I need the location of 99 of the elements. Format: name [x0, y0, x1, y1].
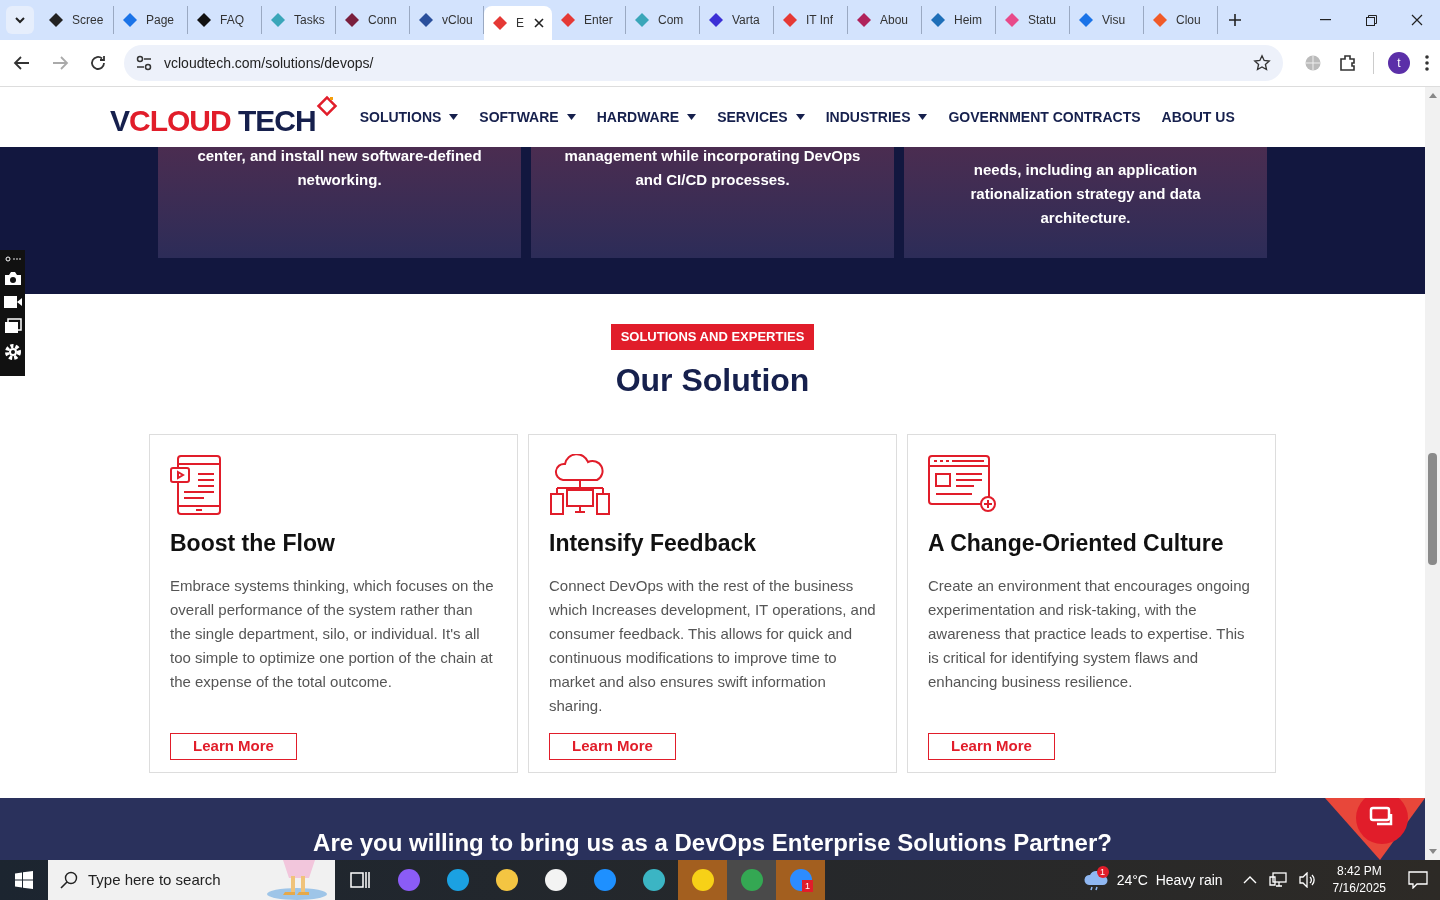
cloud-network-icon — [549, 453, 611, 516]
tab-title: IT Inf — [806, 12, 834, 29]
tab-title: Enter — [584, 12, 613, 29]
video-icon[interactable] — [3, 295, 22, 309]
browser-tab[interactable]: Clou — [1144, 6, 1218, 34]
scrollbar-thumb[interactable] — [1428, 453, 1437, 565]
tab-title: Visu — [1102, 12, 1126, 29]
tab-title: FAQ — [220, 12, 244, 29]
browser-tab[interactable]: FAQ — [188, 6, 262, 34]
camera-icon[interactable] — [3, 271, 22, 286]
section-badge: SOLUTIONS AND EXPERTIES — [610, 324, 815, 350]
notification-badge: 1 — [1096, 866, 1109, 878]
browser-tab[interactable]: Com — [626, 6, 700, 34]
weather-text: 24°C Heavy rain — [1116, 870, 1223, 890]
new-tab-icon[interactable] — [1228, 13, 1242, 27]
settings-icon[interactable] — [3, 343, 22, 361]
browser-tab[interactable]: E — [484, 6, 552, 40]
search-icon — [60, 871, 78, 889]
card-description: Connect DevOps with the rest of the business which Increases development, IT operations, and consumer feedback. This allows for quick and continuous modifications to improve time to market and also ensures swift information sharing. — [549, 576, 876, 716]
windows-icon[interactable] — [3, 318, 22, 334]
star-icon[interactable] — [1253, 54, 1271, 72]
browser-tab[interactable]: Tasks — [262, 6, 336, 34]
browser-window-icon — [928, 453, 998, 514]
taskbar-search-field[interactable]: Type here to search — [48, 860, 335, 900]
caret-icon — [795, 114, 805, 120]
nav-link[interactable]: INDUSTRIES — [825, 106, 928, 128]
browser-tab[interactable]: IT Inf — [774, 6, 848, 34]
sticky-notes-taskbar-button[interactable] — [678, 860, 727, 900]
caret-icon — [566, 114, 576, 120]
tab-title: Varta — [732, 12, 760, 29]
card-description: Create an environment that encourages ongoing experimentation and risk-taking, with the awareness that practice leads to expertise. This is critical for identifying system flaws and enhancing business resilience. — [928, 576, 1251, 692]
browser-tab[interactable]: Statu — [996, 6, 1070, 34]
search-placeholder: Type here to search — [88, 869, 221, 890]
tab-title: Abou — [880, 12, 909, 29]
menu-icon[interactable] — [1424, 54, 1430, 72]
notifications-icon[interactable] — [1408, 871, 1428, 889]
browser-tab[interactable]: Scree — [40, 6, 114, 34]
tab-search-button[interactable] — [6, 6, 34, 34]
time-text: 8:42 PM — [1336, 863, 1382, 880]
nav-link[interactable]: SOFTWARE — [479, 106, 576, 128]
volume-icon[interactable] — [1298, 872, 1317, 888]
tab-title: Com — [658, 12, 684, 29]
nav-link[interactable]: SERVICES — [717, 106, 805, 128]
card-text: management while incorporating DevOps and CI/CD processes. — [563, 146, 862, 190]
logo[interactable]: VCLOUD TECH — [110, 95, 338, 139]
learn-more-button[interactable]: Learn More — [170, 733, 297, 760]
tablet-icon — [170, 453, 222, 516]
nav-link[interactable]: HARDWARE — [596, 106, 697, 128]
nav-link[interactable]: SOLUTIONS — [359, 106, 459, 128]
chat-button[interactable] — [1325, 798, 1425, 860]
address-field[interactable]: vcloudtech.com/solutions/devops/ — [124, 45, 1283, 81]
site-settings-icon[interactable] — [134, 53, 154, 73]
nav-link[interactable]: ABOUT US — [1161, 106, 1235, 128]
chevron-up-icon[interactable] — [1242, 876, 1257, 884]
tab-title: Scree — [72, 12, 104, 29]
caret-icon — [687, 114, 697, 120]
tab-title: Page — [146, 12, 175, 29]
tab-title: Conn — [368, 12, 397, 29]
tab-title: Heim — [954, 12, 982, 29]
minimize-icon — [1319, 19, 1331, 21]
card-description: Embrace systems thinking, which focuses on the overall performance of the system rather than the single department, silo, or individual. It's all too simple to optimize one portion of the chain at the expense of the total outcome. — [170, 576, 495, 692]
browser-tab[interactable]: Heim — [922, 6, 996, 34]
close-icon[interactable] — [534, 18, 544, 28]
restore-icon — [1365, 14, 1377, 26]
profile-avatar[interactable]: t — [1388, 52, 1410, 74]
card-title: Intensify Feedback — [549, 528, 758, 558]
browser-tab[interactable]: Enter — [552, 6, 626, 34]
caret-icon — [449, 114, 459, 120]
tab-title: Statu — [1028, 12, 1057, 29]
card-text: needs, including an application rationalization strategy and data architecture. — [969, 160, 1202, 228]
browser-tab[interactable]: Conn — [336, 6, 410, 34]
tab-title: Clou — [1176, 12, 1201, 29]
section-title: Our Solution — [615, 360, 810, 400]
close-icon — [1411, 14, 1423, 26]
chevron-icon — [14, 16, 26, 24]
tab-title: E — [516, 15, 524, 32]
clock[interactable]: 8:42 PM 7/16/2025 — [1322, 863, 1396, 897]
cta-title: Are you willing to bring us as a DevOps Enterprise Solutions Partner? — [313, 828, 1112, 858]
weather-widget[interactable]: 1 24°C Heavy rain — [1074, 860, 1237, 900]
browser-tab[interactable]: Abou — [848, 6, 922, 34]
browser-tab[interactable]: Visu — [1070, 6, 1144, 34]
link-icon[interactable] — [4, 256, 21, 262]
zoom-taskbar-button[interactable]: 1 — [776, 860, 825, 900]
windows-logo-icon — [15, 871, 33, 889]
chrome-taskbar-button[interactable] — [727, 860, 776, 900]
tab-title: Tasks — [294, 12, 325, 29]
learn-more-button[interactable]: Learn More — [549, 733, 676, 760]
url-text: vcloudtech.com/solutions/devops/ — [164, 53, 374, 73]
browser-tab[interactable]: Page — [114, 6, 188, 34]
card-title: Boost the Flow — [170, 528, 336, 558]
network-icon[interactable] — [1268, 872, 1287, 888]
nav-link[interactable]: GOVERNMENT CONTRACTS — [948, 106, 1141, 128]
date-text: 7/16/2025 — [1332, 880, 1386, 897]
card-title: A Change-Oriented Culture — [928, 528, 1225, 558]
caret-icon — [918, 114, 928, 120]
tab-title: vClou — [442, 12, 473, 29]
learn-more-button[interactable]: Learn More — [928, 733, 1055, 760]
browser-tab[interactable]: Varta — [700, 6, 774, 34]
card-text: center, and install new software-defined networking. — [196, 146, 483, 190]
